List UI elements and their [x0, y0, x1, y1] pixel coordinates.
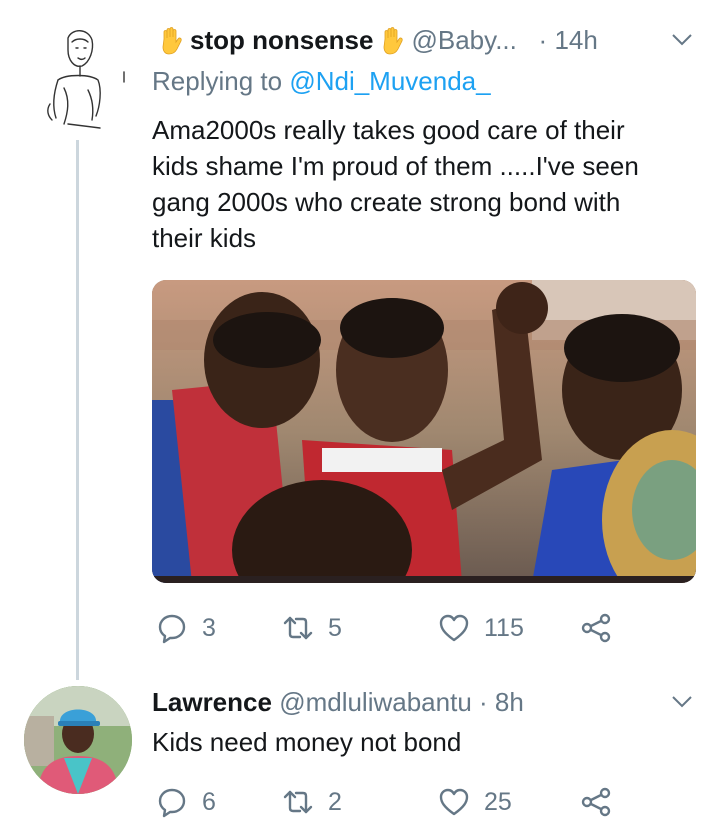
display-name[interactable]: stop nonsense: [190, 25, 373, 56]
chevron-down-icon[interactable]: [668, 26, 696, 54]
user-handle[interactable]: @Baby...: [411, 25, 516, 56]
tweet-actions: 3 5 115: [152, 608, 622, 648]
retweet-count: 2: [328, 787, 342, 816]
retweet-button[interactable]: 2: [282, 782, 342, 822]
share-button[interactable]: [580, 608, 626, 648]
photo-image: [152, 280, 696, 583]
thread-line: [76, 140, 79, 680]
like-count: 115: [484, 613, 524, 642]
mention-link[interactable]: @Ndi_Muvenda_: [289, 66, 490, 96]
reply-icon: [158, 614, 186, 644]
tweet-photo[interactable]: [152, 280, 696, 583]
tweet-text: Kids need money not bond: [152, 727, 462, 757]
tweet-actions: 6 2 25: [152, 782, 622, 822]
timestamp[interactable]: 14h: [554, 25, 597, 56]
profile-photo: [24, 686, 132, 794]
display-name[interactable]: Lawrence: [152, 687, 272, 718]
like-button[interactable]: 115: [438, 608, 524, 648]
replying-label: Replying to: [152, 66, 290, 96]
reply-button[interactable]: 6: [156, 782, 216, 822]
reply-icon: [158, 788, 186, 818]
avatar[interactable]: [28, 20, 128, 135]
reply-count: 6: [202, 787, 216, 816]
share-button[interactable]: [580, 782, 626, 822]
tweet-text: Ama2000s really takes good care of their…: [152, 115, 639, 253]
heart-icon: [439, 788, 469, 816]
sketch-avatar-image: [47, 30, 125, 129]
chevron-down-icon[interactable]: [668, 688, 696, 716]
replying-to: Replying to @Ndi_Muvenda_: [152, 66, 491, 97]
retweet-icon: [283, 790, 313, 814]
heart-icon: [439, 614, 469, 642]
tweet-header: stop nonsense @Baby... · 14h: [152, 22, 696, 58]
user-handle-text: @mdluliwabantu: [279, 686, 472, 717]
like-count: 25: [484, 787, 512, 816]
retweet-button[interactable]: 5: [282, 608, 342, 648]
retweet-icon: [283, 616, 313, 640]
raised-hand-emoji: [156, 25, 186, 55]
like-button[interactable]: 25: [438, 782, 512, 822]
user-handle[interactable]: @mdluliwabantu: [272, 687, 472, 718]
timestamp[interactable]: 8h: [495, 687, 524, 718]
retweet-count: 5: [328, 613, 342, 642]
separator-dot: ·: [516, 24, 555, 55]
reply-button[interactable]: 3: [156, 608, 216, 648]
share-icon: [581, 787, 611, 817]
tweet[interactable]: Lawrence @mdluliwabantu · 8h Kids need m…: [0, 670, 720, 824]
avatar[interactable]: [24, 686, 132, 794]
reply-count: 3: [202, 613, 216, 642]
separator-dot: ·: [471, 686, 495, 717]
tweet-header: Lawrence @mdluliwabantu · 8h: [152, 684, 696, 720]
tweet[interactable]: stop nonsense @Baby... · 14h Replying to…: [0, 0, 720, 680]
raised-hand-emoji: [377, 25, 407, 55]
share-icon: [581, 613, 611, 643]
